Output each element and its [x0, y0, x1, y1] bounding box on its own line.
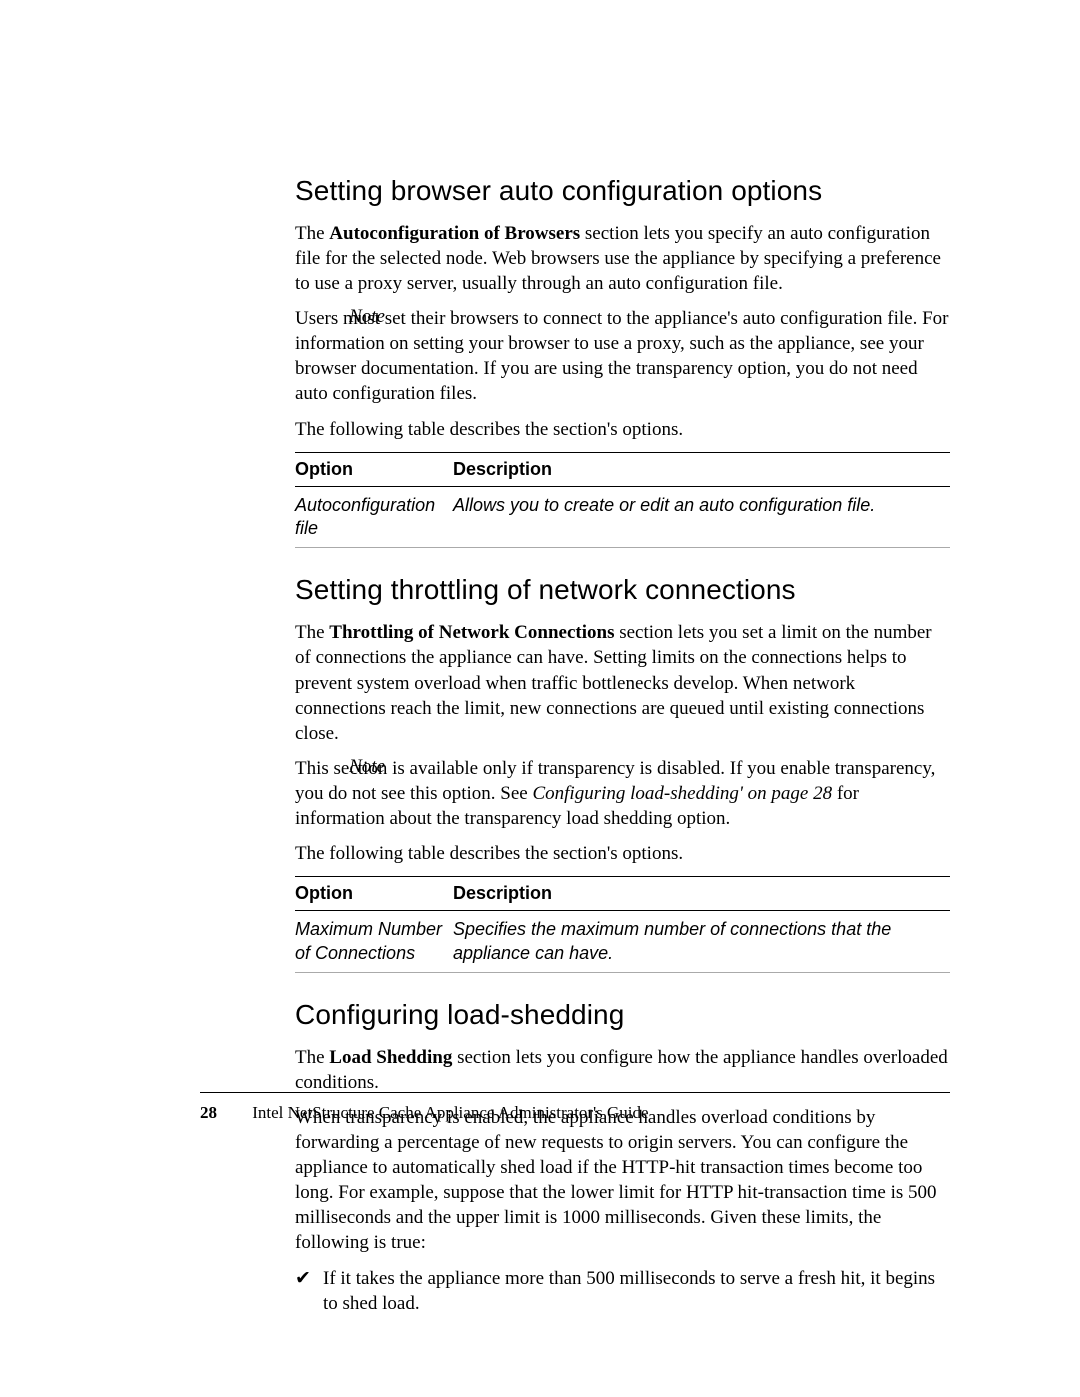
paragraph: The Load Shedding section lets you confi… [295, 1045, 950, 1095]
note-label: Note [295, 306, 385, 328]
cell-description: Specifies the maximum number of connecti… [453, 911, 950, 973]
page-footer: 28 Intel NetStructure Cache Appliance Ad… [200, 1092, 950, 1123]
table-header-row: Option Description [295, 877, 950, 911]
paragraph: The Throttling of Network Connections se… [295, 620, 950, 745]
col-header-option: Option [295, 452, 453, 486]
note-text: This section is available only if transp… [295, 756, 950, 831]
col-header-description: Description [453, 452, 950, 486]
section-load-shedding: Configuring load-shedding The Load Shedd… [295, 999, 950, 1316]
options-table-autoconfig: Option Description Autoconfiguration fil… [295, 452, 950, 549]
cell-option: Maximum Number of Connections [295, 911, 453, 973]
paragraph: When transparency is enabled, the applia… [295, 1105, 950, 1255]
checkmark-icon: ✔ [295, 1266, 311, 1291]
section-heading: Setting browser auto configuration optio… [295, 175, 950, 207]
document-page: Setting browser auto configuration optio… [0, 0, 1080, 1397]
table-row: Autoconfiguration file Allows you to cre… [295, 486, 950, 548]
page-number: 28 [200, 1103, 248, 1123]
table-header-row: Option Description [295, 452, 950, 486]
bold-text: Load Shedding [329, 1047, 452, 1068]
list-item-text: If it takes the appliance more than 500 … [323, 1268, 935, 1314]
col-header-description: Description [453, 877, 950, 911]
list-item: ✔ If it takes the appliance more than 50… [295, 1266, 950, 1316]
footer-rule [200, 1092, 950, 1093]
note-block: Note Users must set their browsers to co… [295, 306, 950, 406]
section-throttling: Setting throttling of network connection… [295, 574, 950, 972]
text: The [295, 622, 329, 643]
section-browser-autoconfig: Setting browser auto configuration optio… [295, 175, 950, 548]
table-row: Maximum Number of Connections Specifies … [295, 911, 950, 973]
note-label: Note [295, 756, 385, 778]
bold-text: Throttling of Network Connections [329, 622, 614, 643]
table-lead: The following table describes the sectio… [295, 417, 950, 442]
section-heading: Configuring load-shedding [295, 999, 950, 1031]
cell-description: Allows you to create or edit an auto con… [453, 486, 950, 548]
paragraph: The Autoconfiguration of Browsers sectio… [295, 221, 950, 296]
section-heading: Setting throttling of network connection… [295, 574, 950, 606]
note-block: Note This section is available only if t… [295, 756, 950, 831]
options-table-throttling: Option Description Maximum Number of Con… [295, 876, 950, 973]
cell-option: Autoconfiguration file [295, 486, 453, 548]
checklist: ✔ If it takes the appliance more than 50… [295, 1266, 950, 1316]
document-title: Intel NetStructure Cache Appliance Admin… [252, 1103, 648, 1122]
footer-text: 28 Intel NetStructure Cache Appliance Ad… [200, 1103, 950, 1123]
col-header-option: Option [295, 877, 453, 911]
table-lead: The following table describes the sectio… [295, 841, 950, 866]
note-text: Users must set their browsers to connect… [295, 306, 950, 406]
cross-reference: Configuring load-shedding' on page 28 [532, 783, 832, 804]
text: The [295, 1047, 329, 1068]
bold-text: Autoconfiguration of Browsers [329, 223, 580, 244]
text: The [295, 223, 329, 244]
